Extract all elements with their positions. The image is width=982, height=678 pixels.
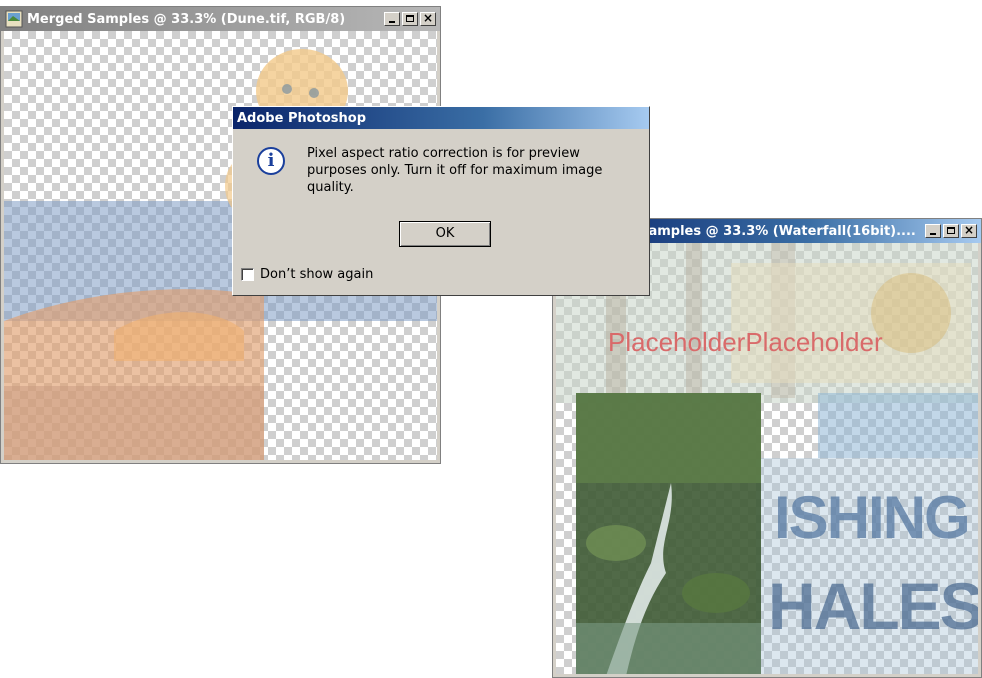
info-icon: i bbox=[257, 147, 285, 175]
overlay-headline: PlaceholderPlaceholder bbox=[608, 327, 883, 357]
ok-button[interactable]: OK bbox=[399, 221, 491, 247]
overlay-word-top: ISHING bbox=[774, 484, 971, 551]
alert-dialog[interactable]: Adobe Photoshop i Pixel aspect ratio cor… bbox=[232, 106, 650, 296]
dialog-titlebar[interactable]: Adobe Photoshop bbox=[233, 107, 649, 129]
window-title: Merged Samples @ 33.3% (Dune.tif, RGB/8) bbox=[27, 11, 346, 27]
minimize-button[interactable] bbox=[384, 12, 400, 26]
dialog-message: Pixel aspect ratio correction is for pre… bbox=[307, 146, 603, 195]
window-titlebar[interactable]: Merged Samples @ 33.3% (Dune.tif, RGB/8)… bbox=[1, 7, 440, 31]
dont-show-again-label[interactable]: Don’t show again bbox=[260, 267, 373, 282]
close-button[interactable]: × bbox=[961, 223, 977, 238]
maximize-button[interactable] bbox=[943, 224, 959, 238]
minimize-button[interactable] bbox=[925, 224, 941, 238]
overlay-word-bottom: HALES bbox=[768, 569, 978, 643]
photoshop-doc-icon bbox=[5, 10, 23, 28]
dont-show-again-checkbox[interactable] bbox=[241, 268, 254, 281]
image-canvas[interactable]: PlaceholderPlaceholder ISHING HALES bbox=[556, 243, 978, 674]
dialog-title: Adobe Photoshop bbox=[237, 110, 367, 126]
close-button[interactable]: × bbox=[420, 11, 436, 26]
dont-show-again-row[interactable]: Don’t show again bbox=[241, 267, 373, 282]
maximize-button[interactable] bbox=[402, 12, 418, 26]
